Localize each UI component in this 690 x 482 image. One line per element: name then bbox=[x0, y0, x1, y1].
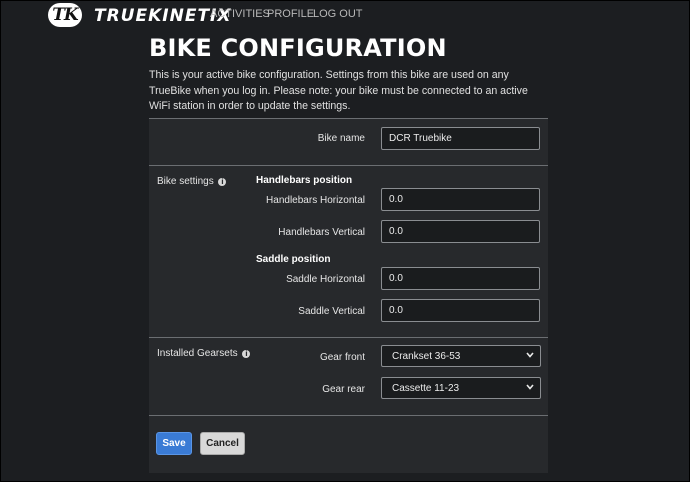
gearsets-label-text: Installed Gearsets bbox=[157, 348, 238, 359]
gear-front-label: Gear front bbox=[319, 352, 365, 363]
top-nav: TK TRUEKINETIX ACTIVITIES PROFILE LOG OU… bbox=[0, 0, 690, 30]
divider bbox=[149, 337, 548, 338]
saddle-horizontal-label: Saddle Horizontal bbox=[286, 274, 365, 285]
divider bbox=[149, 165, 548, 166]
divider bbox=[149, 415, 548, 416]
nav-profile-link[interactable]: PROFILE bbox=[267, 8, 314, 20]
logo-mark-text: TK bbox=[52, 5, 78, 25]
saddle-heading: Saddle position bbox=[256, 254, 331, 265]
handlebars-horizontal-input[interactable] bbox=[381, 188, 540, 211]
handlebars-horizontal-label: Handlebars Horizontal bbox=[266, 195, 365, 206]
nav-activities-link[interactable]: ACTIVITIES bbox=[210, 8, 270, 20]
gearsets-label: Installed Gearsets i bbox=[157, 348, 251, 359]
info-icon[interactable]: i bbox=[242, 350, 251, 358]
bike-settings-label: Bike settings i bbox=[157, 176, 227, 187]
saddle-vertical-input[interactable] bbox=[381, 299, 540, 322]
chevron-down-icon bbox=[526, 352, 534, 358]
page-intro: This is your active bike configuration. … bbox=[149, 69, 528, 112]
cancel-button[interactable]: Cancel bbox=[200, 432, 245, 455]
handlebars-heading: Handlebars position bbox=[256, 175, 353, 186]
bike-name-label: Bike name bbox=[317, 133, 365, 144]
divider bbox=[149, 118, 548, 119]
handlebars-vertical-label: Handlebars Vertical bbox=[278, 227, 365, 238]
bike-name-input[interactable] bbox=[381, 127, 540, 150]
bike-settings-label-text: Bike settings bbox=[157, 176, 214, 187]
gear-front-select[interactable]: Crankset 36-53 bbox=[381, 345, 541, 367]
saddle-vertical-label: Saddle Vertical bbox=[298, 306, 365, 317]
gear-front-value: Crankset 36-53 bbox=[392, 351, 461, 362]
save-button[interactable]: Save bbox=[156, 432, 192, 455]
gear-rear-value: Cassette 11-23 bbox=[392, 383, 460, 394]
gear-rear-label: Gear rear bbox=[322, 384, 365, 395]
chevron-down-icon bbox=[526, 384, 534, 390]
gear-rear-select[interactable]: Cassette 11-23 bbox=[381, 377, 541, 399]
nav-logout-link[interactable]: LOG OUT bbox=[313, 8, 363, 20]
info-icon[interactable]: i bbox=[218, 178, 227, 186]
saddle-horizontal-input[interactable] bbox=[381, 267, 540, 290]
page-title: BIKE CONFIGURATION bbox=[149, 34, 447, 62]
handlebars-vertical-input[interactable] bbox=[381, 220, 540, 243]
logo-mark-icon: TK bbox=[48, 3, 82, 27]
bike-config-panel bbox=[149, 118, 548, 473]
